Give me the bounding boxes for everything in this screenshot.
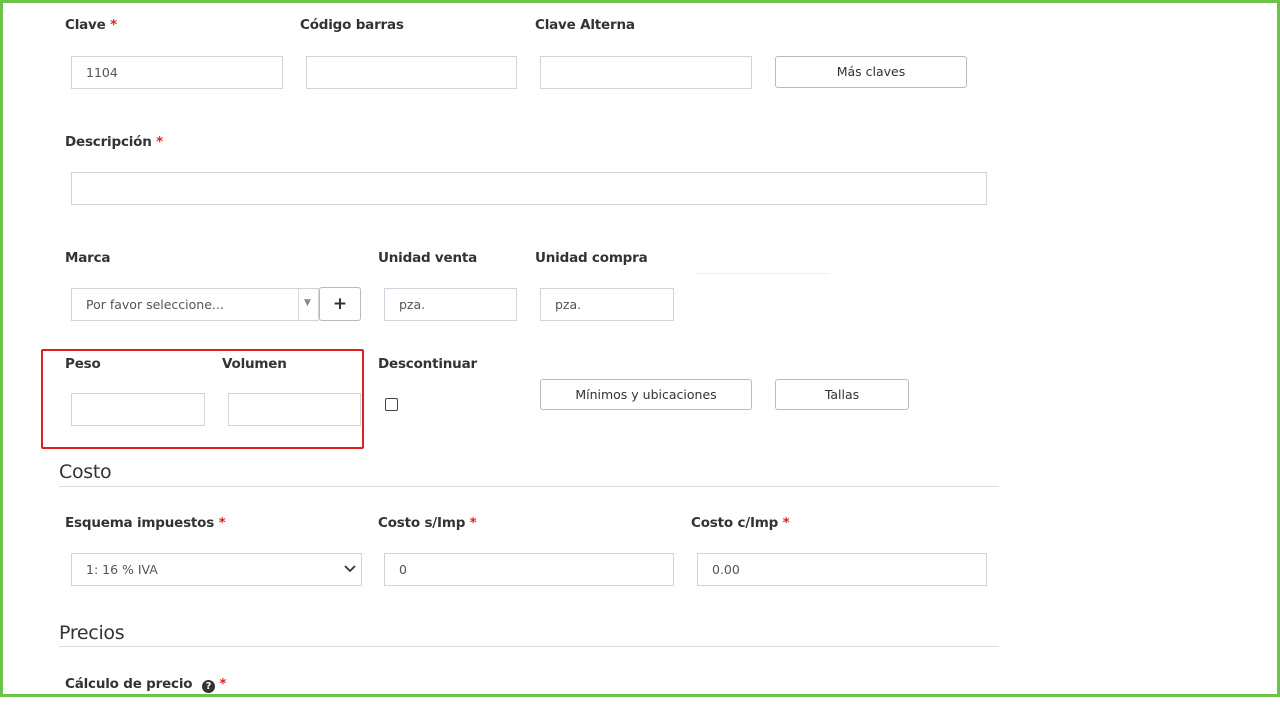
calculo-precio-label: Cálculo de precio ? * [65,676,227,693]
clave-alterna-label: Clave Alterna [535,17,635,33]
unidad-compra-input[interactable]: pza. [540,288,674,321]
marca-selected-value: Por favor seleccione... [86,297,224,312]
empty-placeholder-line [697,273,830,274]
costo-sin-imp-label: Costo s/Imp * [378,515,477,531]
unidad-venta-input[interactable]: pza. [384,288,517,321]
costo-sin-imp-input[interactable]: 0 [384,553,674,586]
unidad-venta-label: Unidad venta [378,250,478,266]
minimos-ubicaciones-button[interactable]: Mínimos y ubicaciones [540,379,752,410]
marca-label: Marca [65,250,111,266]
tallas-button[interactable]: Tallas [775,379,909,410]
volumen-label: Volumen [222,356,287,372]
codigo-barras-label: Código barras [300,17,404,33]
chevron-down-icon[interactable] [344,565,356,573]
clave-input[interactable]: 1104 [71,56,283,89]
esquema-impuestos-selected-value: 1: 16 % IVA [86,562,158,577]
esquema-impuestos-select[interactable]: 1: 16 % IVA [71,553,362,586]
costo-section-title: Costo [59,461,112,483]
descontinuar-label: Descontinuar [378,356,477,372]
required-marker: * [782,515,790,531]
costo-divider [59,486,999,487]
marca-select-separator [298,289,299,320]
costo-con-imp-label: Costo c/Imp * [691,515,790,531]
required-marker: * [218,515,226,531]
codigo-barras-input[interactable] [306,56,517,89]
volumen-input[interactable] [228,393,361,426]
clave-label: Clave * [65,17,117,33]
question-circle-icon[interactable]: ? [201,680,215,693]
mas-claves-button[interactable]: Más claves [775,56,967,88]
chevron-down-icon[interactable]: ▼ [304,298,311,308]
precios-section-title: Precios [59,622,125,644]
required-marker: * [219,676,227,692]
unidad-compra-label: Unidad compra [535,250,648,266]
esquema-impuestos-label: Esquema impuestos * [65,515,226,531]
descripcion-label: Descripción * [65,134,164,150]
peso-input[interactable] [71,393,205,426]
costo-con-imp-input[interactable]: 0.00 [697,553,987,586]
descontinuar-checkbox[interactable] [385,398,398,411]
clave-alterna-input[interactable] [540,56,752,89]
peso-label: Peso [65,356,101,372]
marca-select[interactable]: Por favor seleccione... [71,288,319,321]
required-marker: * [469,515,477,531]
required-marker: * [110,17,117,33]
descripcion-input[interactable] [71,172,987,205]
add-marca-button[interactable]: + [319,287,361,321]
precios-divider [59,646,999,647]
required-marker: * [156,134,164,150]
